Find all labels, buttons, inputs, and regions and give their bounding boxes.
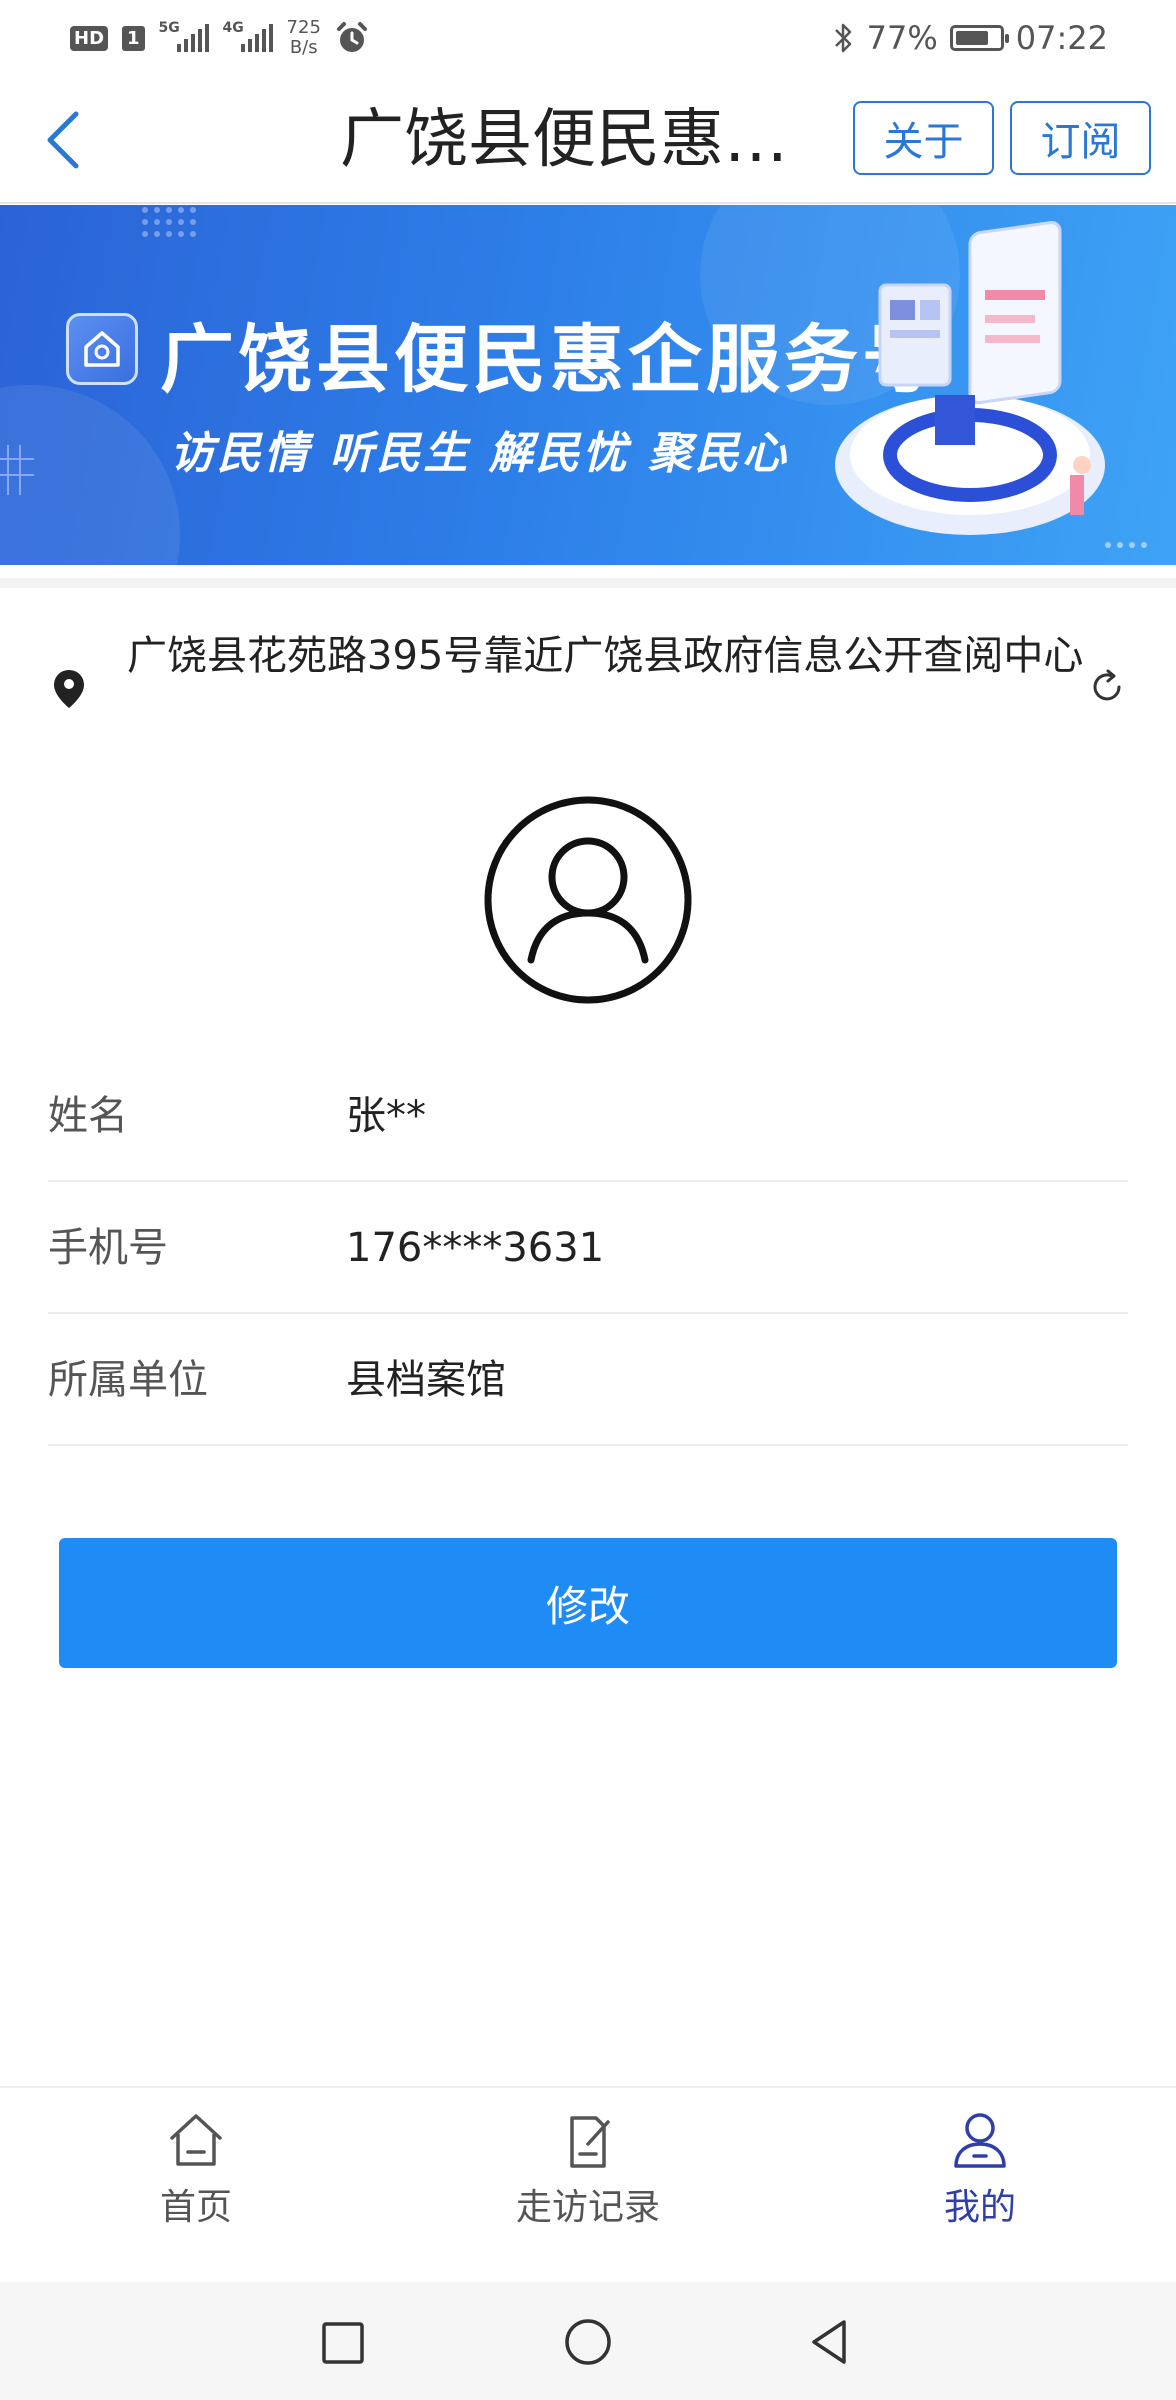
about-button[interactable]: 关于	[853, 101, 994, 175]
signal-5g-icon: 5G	[159, 20, 209, 52]
hd-badge: HD	[70, 25, 109, 51]
battery-icon	[949, 25, 1009, 51]
phone-value: 176****3631	[346, 1225, 605, 1271]
sim-badge: 1	[122, 25, 145, 51]
phone-label: 手机号	[48, 1225, 168, 1271]
profile-icon	[954, 2113, 1006, 2168]
banner-slogan: 访民情 听民生 解民忧 聚民心	[170, 428, 789, 479]
back-nav-icon[interactable]	[802, 2312, 862, 2372]
speed-unit: B/s	[289, 37, 318, 58]
home-nav-icon[interactable]	[558, 2312, 618, 2372]
alarm-icon	[336, 22, 367, 52]
location-address: 广饶县花苑路395号靠近广饶县政府信息公开查阅中心	[127, 633, 1084, 679]
name-label: 姓名	[48, 1093, 128, 1139]
unit-value: 县档案馆	[346, 1357, 506, 1403]
network-speed: 725 B/s	[287, 18, 321, 58]
tab-home[interactable]: 首页	[76, 2108, 316, 2230]
clock: 07:22	[1015, 19, 1108, 57]
location-pin-icon	[54, 670, 84, 708]
system-nav-bar	[0, 2282, 1176, 2400]
tab-visit-record-label: 走访记录	[515, 2187, 660, 2228]
speed-value: 725	[286, 17, 321, 38]
modify-button[interactable]: 修改	[59, 1538, 1117, 1668]
info-row-name: 姓名 张**	[48, 1050, 1128, 1182]
status-left: HD 1 5G 4G 725 B/s	[70, 18, 369, 58]
net2-label: 4G	[222, 20, 244, 36]
phone-illustration	[835, 221, 1147, 548]
bottom-tab-bar: 首页 走访记录 我的	[0, 2086, 1176, 2282]
house-logo-icon	[66, 313, 138, 385]
decor-dots	[142, 207, 196, 237]
user-avatar-icon	[484, 796, 692, 1004]
status-right: 77% 07:22	[833, 19, 1108, 57]
bluetooth-icon	[834, 23, 851, 53]
unit-label: 所属单位	[48, 1357, 208, 1403]
tab-mine[interactable]: 我的	[860, 2108, 1100, 2230]
home-icon	[170, 2114, 222, 2166]
tab-mine-label: 我的	[943, 2187, 1016, 2228]
page-title: 广饶县便民惠企...	[340, 103, 840, 177]
recent-apps-icon[interactable]	[312, 2312, 372, 2372]
net1-label: 5G	[158, 20, 180, 36]
name-value: 张**	[346, 1093, 426, 1139]
status-bar: HD 1 5G 4G 725 B/s 77% 07:22	[0, 0, 1176, 76]
battery-percent: 77%	[866, 19, 938, 57]
info-row-unit: 所属单位 县档案馆	[48, 1314, 1128, 1446]
info-row-phone: 手机号 176****3631	[48, 1182, 1128, 1314]
visit-record-icon	[570, 2116, 610, 2168]
tab-visit-record[interactable]: 走访记录	[468, 2108, 708, 2230]
subscribe-button[interactable]: 订阅	[1010, 101, 1151, 175]
decor-grid	[0, 445, 34, 495]
location-row: 广饶县花苑路395号靠近广饶县政府信息公开查阅中心	[0, 578, 1176, 748]
service-banner: 广饶县便民惠企服务号 访民情 听民生 解民忧 聚民心	[0, 205, 1176, 565]
app-header: 广饶县便民惠企... 关于 订阅	[0, 76, 1176, 204]
signal-4g-icon: 4G	[223, 20, 273, 52]
back-arrow-icon[interactable]	[38, 104, 98, 176]
refresh-icon[interactable]	[1088, 668, 1126, 706]
tab-home-label: 首页	[159, 2187, 232, 2228]
